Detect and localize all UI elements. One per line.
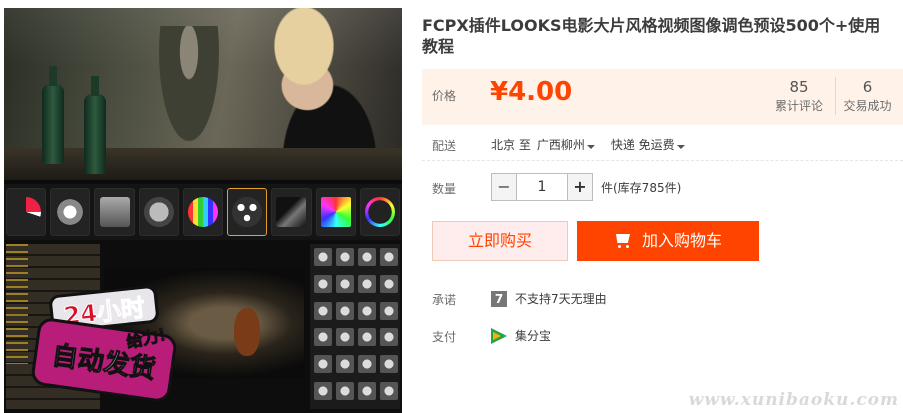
payment-label: 支付 <box>432 330 457 344</box>
tool-thumb <box>6 188 47 236</box>
lens-panel <box>310 244 400 409</box>
photo-soldier-figure <box>154 26 224 156</box>
deals-count: 6 <box>862 78 873 96</box>
shipping-destination-dropdown[interactable]: 广西柳州 <box>537 136 595 153</box>
product-image[interactable]: 24小时 自动发货 给力！ <box>4 8 402 413</box>
tool-thumb-selected <box>227 188 268 236</box>
promise-text: 不支持7天无理由 <box>515 292 607 306</box>
promise-info[interactable]: 7 不支持7天无理由 <box>491 290 607 307</box>
deals-label: 交易成功 <box>843 99 892 113</box>
shipping-destination: 广西柳州 <box>536 138 585 152</box>
reviews-stat[interactable]: 85 累计评论 <box>767 77 831 115</box>
reviews-count: 85 <box>789 78 809 96</box>
price-value: ¥4.00 <box>490 77 573 107</box>
product-photo-scene <box>4 8 402 180</box>
cart-icon <box>614 234 632 248</box>
tool-thumb <box>182 188 224 236</box>
tool-thumb <box>94 188 135 236</box>
payment-method: 集分宝 <box>515 329 552 343</box>
add-to-cart-label: 加入购物车 <box>641 231 722 250</box>
quantity-stepper: − 1 + 件(库存785件) <box>491 173 681 201</box>
shipping-info: 北京 至 广西柳州 快递 免运费 <box>491 136 685 153</box>
deals-stat: 6 交易成功 <box>835 77 899 115</box>
jifenbao-icon <box>491 327 507 344</box>
tool-thumb <box>50 188 91 236</box>
price-label: 价格 <box>432 89 457 103</box>
plugin-tool-strip <box>4 184 402 240</box>
tool-thumb <box>271 188 312 236</box>
quantity-label: 数量 <box>432 182 457 196</box>
buy-now-button[interactable]: 立即购买 <box>432 221 568 261</box>
site-watermark: www.xunibaoku.com <box>688 390 899 410</box>
reviews-label: 累计评论 <box>774 99 823 113</box>
shipping-label: 配送 <box>432 139 457 153</box>
seven-day-icon: 7 <box>491 290 507 307</box>
price-box: 价格 ¥4.00 85 累计评论 6 交易成功 <box>422 69 903 125</box>
stock-info: 件(库存785件) <box>601 180 682 195</box>
shipping-from: 北京 至 <box>491 138 531 152</box>
chevron-down-icon <box>586 145 595 149</box>
preset-list <box>6 244 28 364</box>
shipping-method-dropdown[interactable]: 快递 免运费 <box>611 136 685 153</box>
photo-bottle <box>84 76 106 174</box>
promise-label: 承诺 <box>432 293 457 307</box>
photo-bottle <box>42 66 64 164</box>
add-to-cart-button[interactable]: 加入购物车 <box>577 221 759 261</box>
tool-thumb <box>138 188 179 236</box>
chevron-down-icon <box>676 145 685 149</box>
quantity-decrease-button[interactable]: − <box>491 173 517 201</box>
quantity-increase-button[interactable]: + <box>567 173 593 201</box>
shipping-method: 快递 免运费 <box>610 138 675 152</box>
product-title: FCPX插件LOOKS电影大片风格视频图像调色预设500个+使用教程 <box>422 16 881 56</box>
quantity-input[interactable]: 1 <box>517 173 567 201</box>
tool-thumb <box>359 188 400 236</box>
tool-thumb <box>315 188 356 236</box>
payment-info[interactable]: 集分宝 <box>491 327 551 344</box>
divider <box>422 160 903 161</box>
